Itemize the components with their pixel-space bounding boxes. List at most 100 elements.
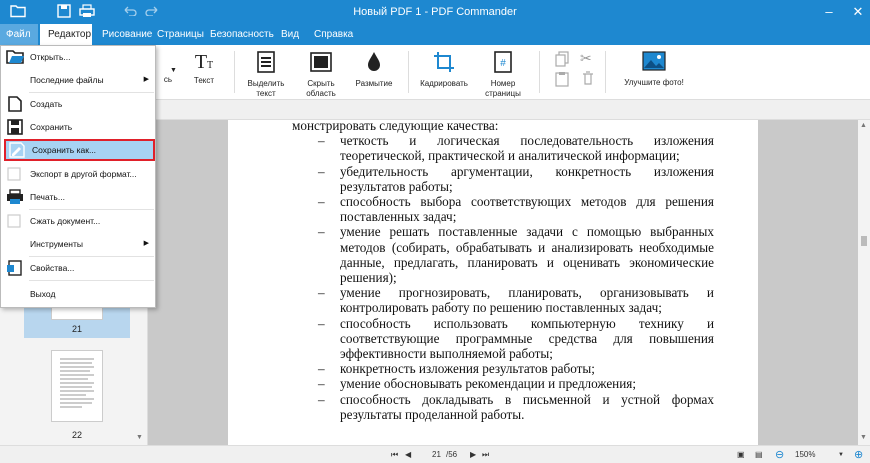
menu-item-properties[interactable]: Свойства... bbox=[1, 257, 155, 279]
svg-text:#: # bbox=[500, 58, 506, 69]
tab-pages[interactable]: Страницы bbox=[151, 24, 210, 45]
zoom-out-icon[interactable]: ⊖ bbox=[775, 449, 784, 461]
close-icon[interactable]: ✕ bbox=[849, 3, 867, 21]
first-page-icon[interactable]: ⏮ bbox=[391, 449, 398, 461]
double-page-view-icon[interactable]: ▤ bbox=[755, 449, 763, 461]
folder-open-icon bbox=[6, 49, 24, 65]
zoom-in-icon[interactable]: ⊕ bbox=[854, 449, 863, 461]
menu-item-label: Создать bbox=[30, 99, 63, 109]
window-title: Новый PDF 1 - PDF Commander bbox=[353, 6, 517, 18]
scrollbar-thumb[interactable] bbox=[861, 236, 867, 246]
title-bar: Новый PDF 1 - PDF Commander – ✕ bbox=[0, 0, 870, 24]
menu-item-compress[interactable]: Сжать документ... bbox=[1, 210, 155, 232]
hide-area-button[interactable]: Скрыть область bbox=[299, 51, 343, 99]
chevron-down-icon[interactable]: ▼ bbox=[838, 449, 844, 461]
menu-item-print[interactable]: Печать... bbox=[1, 186, 155, 208]
list-item: – умение решать поставленные задачи с пом… bbox=[318, 224, 714, 286]
file-menu-dropdown: Открыть... Последние файлы ▶ Создать Сох… bbox=[0, 45, 156, 308]
ribbon-divider bbox=[605, 51, 606, 93]
highlight-text-label: Выделить текст bbox=[247, 79, 285, 98]
menu-item-label: Экспорт в другой формат... bbox=[30, 169, 137, 179]
menu-item-label: Сохранить bbox=[30, 122, 73, 132]
partial-tool-label: сь bbox=[163, 75, 173, 84]
menu-divider bbox=[29, 280, 154, 281]
list-item: – умение обосновывать рекомендации и пред… bbox=[318, 376, 637, 392]
menu-item-tools[interactable]: Инструменты ▶ bbox=[1, 233, 155, 255]
page-number-button[interactable]: # Номер страницы bbox=[481, 51, 525, 99]
delete-icon[interactable] bbox=[582, 71, 594, 88]
chevron-down-icon[interactable]: ▼ bbox=[170, 67, 177, 74]
page-number-label: Номер страницы bbox=[485, 79, 521, 98]
chevron-right-icon: ▶ bbox=[143, 240, 149, 247]
list-item: – способность использовать компьютерную т… bbox=[318, 315, 714, 362]
partial-tool-button[interactable]: сь bbox=[156, 75, 180, 85]
enhance-photo-button[interactable]: Улучшите фото! bbox=[618, 51, 690, 88]
scroll-down-icon[interactable]: ▼ bbox=[860, 434, 867, 441]
menu-item-export[interactable]: Экспорт в другой формат... bbox=[1, 163, 155, 185]
highlight-text-icon bbox=[244, 51, 288, 76]
crop-icon bbox=[418, 51, 470, 76]
single-page-view-icon[interactable]: ▣ bbox=[737, 449, 745, 461]
copy-icon[interactable] bbox=[555, 51, 569, 70]
save-as-icon bbox=[8, 142, 26, 158]
menu-bar: Файл ▼ Редактор Рисование Страницы Безоп… bbox=[0, 24, 870, 60]
total-pages: /56 bbox=[446, 450, 458, 459]
panel-scroll-down-icon[interactable]: ▼ bbox=[136, 434, 143, 441]
text-label: Текст bbox=[193, 76, 215, 85]
menu-item-save-as[interactable]: Сохранить как... bbox=[4, 139, 155, 161]
document-text: монстрировать следующие качества: – четко… bbox=[292, 120, 714, 422]
list-item: – четкость и логическая последовательност… bbox=[318, 133, 714, 164]
hide-area-icon bbox=[299, 51, 343, 76]
menu-item-open[interactable]: Открыть... bbox=[1, 46, 155, 68]
paste-icon[interactable] bbox=[555, 71, 569, 90]
new-document-icon bbox=[6, 96, 24, 112]
menu-item-create[interactable]: Создать bbox=[1, 93, 155, 115]
blur-drop-icon bbox=[352, 51, 396, 76]
compress-icon bbox=[6, 213, 24, 229]
tab-drawing[interactable]: Рисование bbox=[96, 24, 158, 45]
cut-icon[interactable]: ✂ bbox=[580, 50, 592, 67]
menu-item-exit[interactable]: Выход bbox=[1, 283, 155, 305]
last-page-icon[interactable]: ⏭ bbox=[482, 449, 489, 461]
next-page-icon[interactable]: ▶ bbox=[470, 449, 476, 461]
menu-item-save[interactable]: Сохранить bbox=[1, 116, 155, 138]
text-button[interactable]: TT Текст bbox=[189, 51, 219, 86]
ribbon-divider bbox=[408, 51, 409, 93]
tab-help[interactable]: Справка bbox=[308, 24, 359, 45]
previous-page-icon[interactable]: ◀ bbox=[405, 449, 411, 461]
photo-icon bbox=[618, 51, 690, 74]
list-item: – способность выбора соответствующих мето… bbox=[318, 194, 714, 225]
crop-label: Кадрировать bbox=[420, 79, 468, 88]
printer-icon bbox=[6, 189, 24, 205]
document-page: монстрировать следующие качества: – четко… bbox=[228, 120, 758, 445]
crop-button[interactable]: Кадрировать bbox=[418, 51, 470, 89]
tab-editor[interactable]: Редактор bbox=[40, 24, 92, 45]
thumbnail-image bbox=[51, 350, 103, 422]
menu-item-recent-files[interactable]: Последние файлы ▶ bbox=[1, 69, 155, 91]
menu-item-label: Свойства... bbox=[30, 263, 75, 273]
text-icon: TT bbox=[194, 51, 214, 73]
scroll-up-icon[interactable]: ▲ bbox=[860, 122, 867, 129]
thumbnail-page[interactable]: 22 bbox=[24, 346, 130, 442]
menu-item-label: Сохранить как... bbox=[32, 145, 97, 155]
current-page-field[interactable]: 21 bbox=[432, 449, 441, 461]
save-icon bbox=[6, 119, 24, 135]
enhance-photo-label: Улучшите фото! bbox=[624, 78, 684, 87]
vertical-scrollbar[interactable]: ▲ ▼ bbox=[858, 120, 870, 445]
tab-file-label: Файл bbox=[6, 29, 31, 40]
properties-icon bbox=[6, 260, 24, 276]
tab-file[interactable]: Файл ▼ bbox=[0, 24, 38, 60]
highlight-text-button[interactable]: Выделить текст bbox=[244, 51, 288, 99]
minimize-icon[interactable]: – bbox=[820, 3, 838, 21]
hide-area-label: Скрыть область bbox=[306, 79, 336, 98]
tab-security[interactable]: Безопасность bbox=[204, 24, 280, 45]
zoom-level-select[interactable]: 150% bbox=[795, 449, 815, 461]
tab-view[interactable]: Вид bbox=[275, 24, 305, 45]
document-viewer[interactable]: монстрировать следующие качества: – четко… bbox=[148, 120, 858, 445]
menu-item-label: Печать... bbox=[30, 192, 65, 202]
list-item: – конкретность изложения результатов рабо… bbox=[318, 361, 595, 377]
list-item: – умение прогнозировать, планировать, орг… bbox=[318, 285, 714, 316]
menu-item-label: Открыть... bbox=[30, 52, 71, 62]
blur-button[interactable]: Размытие bbox=[352, 51, 396, 89]
ribbon-divider bbox=[539, 51, 540, 93]
